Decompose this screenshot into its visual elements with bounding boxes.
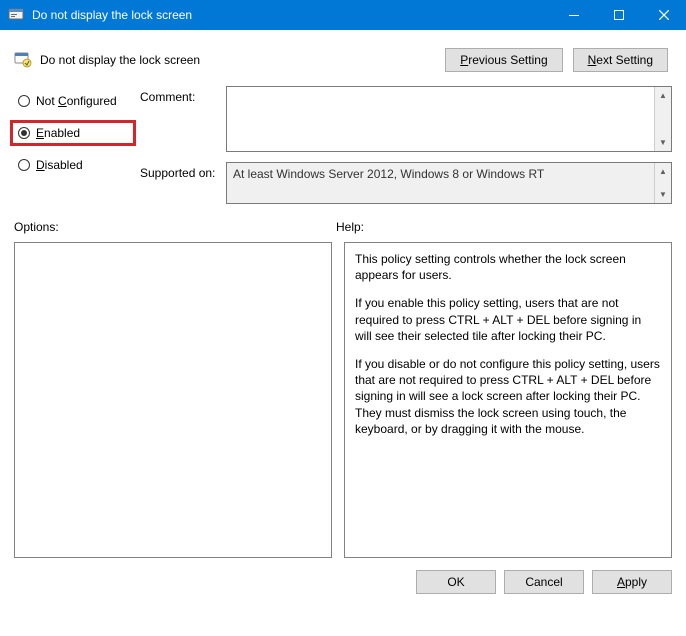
help-paragraph: If you disable or do not configure this …: [355, 356, 661, 437]
lower-labels: Options: Help:: [14, 220, 672, 234]
radio-label: Disabled: [36, 158, 83, 172]
previous-setting-button[interactable]: Previous Setting: [445, 48, 562, 72]
upper-section: Not Configured Enabled Disabled Comment:: [14, 86, 672, 214]
state-column: Not Configured Enabled Disabled: [14, 86, 132, 214]
supported-label: Supported on:: [140, 162, 226, 204]
minimize-button[interactable]: [551, 0, 596, 30]
scroll-down-icon[interactable]: ▼: [655, 186, 671, 203]
policy-title: Do not display the lock screen: [40, 53, 445, 67]
comment-textarea[interactable]: [227, 87, 654, 151]
scroll-up-icon[interactable]: ▲: [655, 87, 671, 104]
radio-disabled[interactable]: Disabled: [14, 156, 132, 174]
help-paragraph: This policy setting controls whether the…: [355, 251, 661, 283]
supported-value: At least Windows Server 2012, Windows 8 …: [227, 163, 654, 203]
policy-window-icon: [8, 7, 24, 23]
help-label: Help:: [336, 220, 364, 234]
help-panel: This policy setting controls whether the…: [344, 242, 672, 558]
fields-column: Comment: ▲ ▼ Supported on: At least Wind…: [140, 86, 672, 214]
state-radio-group: Not Configured Enabled Disabled: [14, 92, 132, 174]
radio-circle-icon: [18, 127, 30, 139]
supported-row: Supported on: At least Windows Server 20…: [140, 162, 672, 204]
title-bar: Do not display the lock screen: [0, 0, 686, 30]
radio-circle-icon: [18, 95, 30, 107]
radio-enabled[interactable]: Enabled: [14, 124, 132, 142]
supported-field-wrap: At least Windows Server 2012, Windows 8 …: [226, 162, 672, 204]
comment-scrollbar: ▲ ▼: [654, 87, 671, 151]
comment-label: Comment:: [140, 86, 226, 152]
radio-circle-icon: [18, 159, 30, 171]
help-text: This policy setting controls whether the…: [345, 243, 671, 557]
nav-buttons: Previous Setting Next Setting: [445, 48, 668, 72]
dialog-footer: OK Cancel Apply: [0, 558, 686, 594]
apply-button[interactable]: Apply: [592, 570, 672, 594]
radio-label: Not Configured: [36, 94, 117, 108]
scroll-up-icon[interactable]: ▲: [655, 163, 671, 180]
maximize-button[interactable]: [596, 0, 641, 30]
window-title: Do not display the lock screen: [32, 8, 551, 22]
close-button[interactable]: [641, 0, 686, 30]
options-panel: [14, 242, 332, 558]
comment-row: Comment: ▲ ▼: [140, 86, 672, 152]
caption-buttons: [551, 0, 686, 30]
supported-scrollbar: ▲ ▼: [654, 163, 671, 203]
cancel-button[interactable]: Cancel: [504, 570, 584, 594]
ok-button[interactable]: OK: [416, 570, 496, 594]
header-row: Do not display the lock screen Previous …: [14, 42, 672, 78]
help-paragraph: If you enable this policy setting, users…: [355, 295, 661, 344]
scroll-down-icon[interactable]: ▼: [655, 134, 671, 151]
options-label: Options:: [14, 220, 336, 234]
comment-field-wrap: ▲ ▼: [226, 86, 672, 152]
radio-label: Enabled: [36, 126, 80, 140]
dialog-content: Do not display the lock screen Previous …: [0, 30, 686, 558]
policy-icon: [14, 51, 32, 69]
next-setting-button[interactable]: Next Setting: [573, 48, 668, 72]
radio-not-configured[interactable]: Not Configured: [14, 92, 132, 110]
lower-section: This policy setting controls whether the…: [14, 242, 672, 558]
